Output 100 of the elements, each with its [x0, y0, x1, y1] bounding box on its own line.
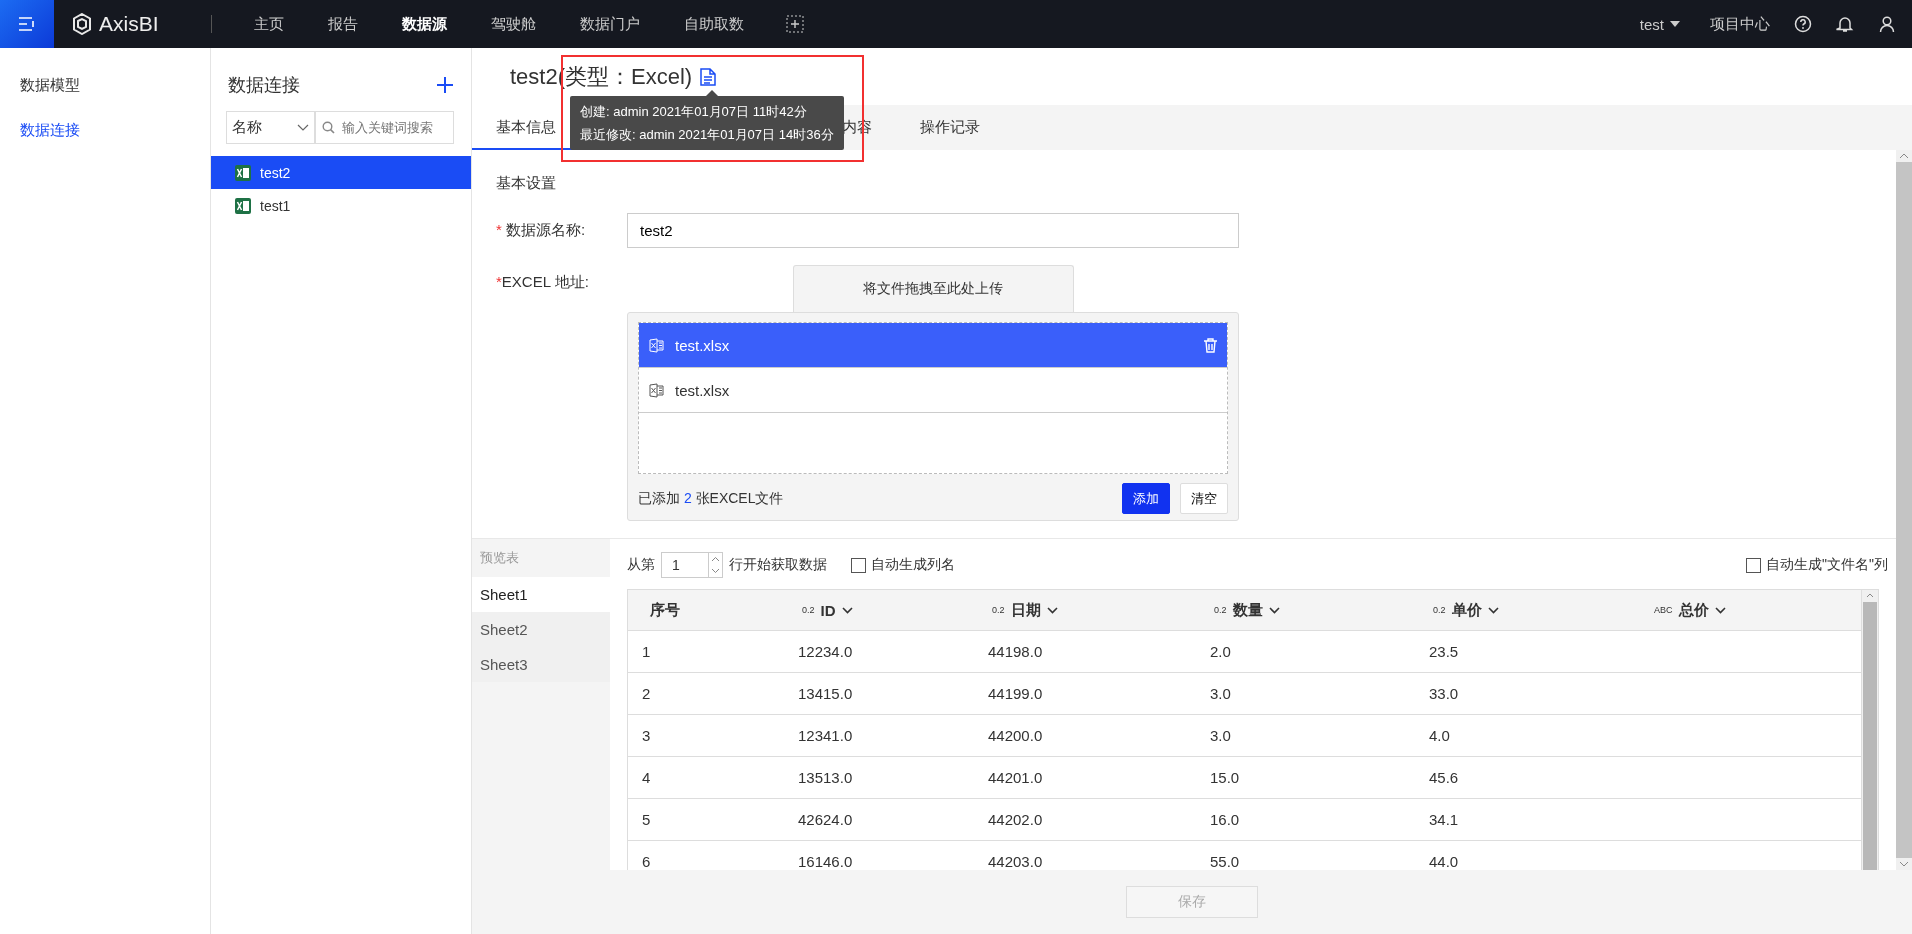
- add-icon[interactable]: [437, 77, 453, 93]
- column-header[interactable]: 序号: [628, 600, 784, 620]
- table-cell: 12341.0: [798, 727, 853, 744]
- sheets-title: 预览表: [479, 549, 520, 567]
- bell-icon[interactable]: [1836, 15, 1854, 33]
- document-icon[interactable]: [700, 67, 717, 86]
- table-cell: 6: [642, 853, 651, 870]
- option-label: 从第: [627, 556, 655, 574]
- column-header[interactable]: 0.2 数量: [1196, 600, 1415, 620]
- chevron-icon: [841, 606, 853, 614]
- table-cell: 16.0: [1210, 811, 1240, 828]
- nav-item[interactable]: 数据源: [379, 14, 469, 34]
- excel-icon: [235, 164, 251, 181]
- sheet-tab[interactable]: Sheet3: [472, 647, 610, 682]
- table-scrollbar[interactable]: [1861, 590, 1878, 870]
- table-cell: 44.0: [1429, 853, 1459, 870]
- caret-icon: [1670, 21, 1680, 27]
- excel-icon: [235, 197, 251, 214]
- menu-button[interactable]: [0, 0, 54, 48]
- sheet-tab[interactable]: Sheet1: [472, 577, 610, 612]
- table-cell: 12234.0: [798, 643, 853, 660]
- nav-item[interactable]: 数据门户: [557, 14, 662, 34]
- table-cell: 2: [642, 685, 651, 702]
- required-mark: *: [496, 221, 502, 238]
- file-item[interactable]: test.xlsx: [639, 368, 1227, 413]
- help-icon[interactable]: [1794, 15, 1812, 33]
- table-cell: 44202.0: [988, 811, 1043, 828]
- table-cell: 2.0: [1210, 643, 1231, 660]
- chevron-icon: [1268, 606, 1280, 614]
- column-header[interactable]: ABC 总价: [1636, 600, 1861, 620]
- trash-icon[interactable]: [1204, 337, 1217, 353]
- checkbox-label: 自动生成"文件名"列: [1766, 556, 1888, 574]
- table-cell: 33.0: [1429, 685, 1459, 702]
- table-cell: 5: [642, 811, 651, 828]
- search-icon: [322, 121, 335, 134]
- field-label: EXCEL 地址:: [501, 273, 589, 290]
- section-title: 基本设置: [495, 174, 557, 193]
- column-header[interactable]: 0.2 日期: [974, 600, 1196, 620]
- user-dropdown[interactable]: test: [1633, 14, 1686, 34]
- chevron-icon: [1714, 606, 1726, 614]
- sidebar-item[interactable]: 数据连接: [0, 121, 210, 140]
- table-cell: 13513.0: [798, 769, 853, 786]
- clear-button[interactable]: 清空: [1180, 483, 1228, 514]
- nav-item[interactable]: 自助取数: [661, 14, 766, 34]
- nav-item[interactable]: 主页: [231, 14, 306, 34]
- table-cell: 4.0: [1429, 727, 1450, 744]
- spreadsheet-icon: [649, 382, 664, 398]
- table-cell: 3: [642, 727, 651, 744]
- logo-text: AxisBI: [99, 12, 159, 36]
- connection-item[interactable]: test1: [211, 189, 471, 222]
- chevron-icon: [1046, 606, 1058, 614]
- table-cell: 15.0: [1210, 769, 1240, 786]
- table-cell: 45.6: [1429, 769, 1459, 786]
- sidebar-item[interactable]: 数据模型: [0, 76, 210, 95]
- panel-title: 数据连接: [228, 74, 300, 97]
- sheet-tab[interactable]: Sheet2: [472, 612, 610, 647]
- column-header[interactable]: 0.2 单价: [1415, 600, 1636, 620]
- upload-dropzone[interactable]: 将文件拖拽至此处上传: [792, 265, 1074, 312]
- field-label: 数据源名称:: [506, 221, 586, 238]
- files-summary: 已添加 2 张EXCEL文件: [638, 489, 785, 508]
- table-cell: 16146.0: [798, 853, 853, 870]
- start-row-spinner[interactable]: 1: [661, 552, 723, 578]
- table-cell: 1: [642, 643, 651, 660]
- table-cell: 44201.0: [988, 769, 1043, 786]
- user-icon[interactable]: [1878, 15, 1896, 33]
- chevron-icon: [1487, 606, 1499, 614]
- search-field[interactable]: 输入关键词搜索: [315, 111, 454, 144]
- project-center-link[interactable]: 项目中心: [1710, 14, 1770, 34]
- nav-item[interactable]: 报告: [305, 14, 380, 34]
- tooltip-line: 创建: admin 2021年01月07日 11时42分: [580, 103, 808, 121]
- connection-item[interactable]: test2: [211, 156, 471, 189]
- file-item[interactable]: test.xlsx: [639, 323, 1227, 368]
- required-mark: *: [496, 273, 502, 290]
- logo-icon: [72, 13, 92, 35]
- menu-icon: [18, 16, 36, 32]
- table-cell: 44198.0: [988, 643, 1043, 660]
- checkbox-label: 自动生成列名: [871, 556, 955, 574]
- name-field[interactable]: test2: [627, 213, 1239, 248]
- checkbox[interactable]: [851, 557, 866, 573]
- table-cell: 13415.0: [798, 685, 853, 702]
- table-cell: 44199.0: [988, 685, 1043, 702]
- option-label: 行开始获取数据: [729, 556, 827, 574]
- add-button[interactable]: 添加: [1122, 483, 1170, 514]
- table-cell: 42624.0: [798, 811, 853, 828]
- table-cell: 23.5: [1429, 643, 1459, 660]
- table-cell: 44203.0: [988, 853, 1043, 870]
- page-scrollbar[interactable]: [1896, 150, 1912, 870]
- table-cell: 34.1: [1429, 811, 1459, 828]
- table-cell: 3.0: [1210, 685, 1231, 702]
- table-cell: 3.0: [1210, 727, 1231, 744]
- table-cell: 4: [642, 769, 651, 786]
- nav-item[interactable]: 驾驶舱: [468, 14, 558, 34]
- checkbox[interactable]: [1746, 557, 1762, 573]
- column-header[interactable]: 0.2 ID: [784, 601, 974, 619]
- table-cell: 55.0: [1210, 853, 1240, 870]
- table-cell: 44200.0: [988, 727, 1043, 744]
- chevron-icon: [297, 124, 309, 131]
- tab[interactable]: 操作记录: [896, 105, 1004, 150]
- filter-select[interactable]: 名称: [226, 111, 315, 144]
- tooltip-line: 最近修改: admin 2021年01月07日 14时36分: [580, 126, 834, 144]
